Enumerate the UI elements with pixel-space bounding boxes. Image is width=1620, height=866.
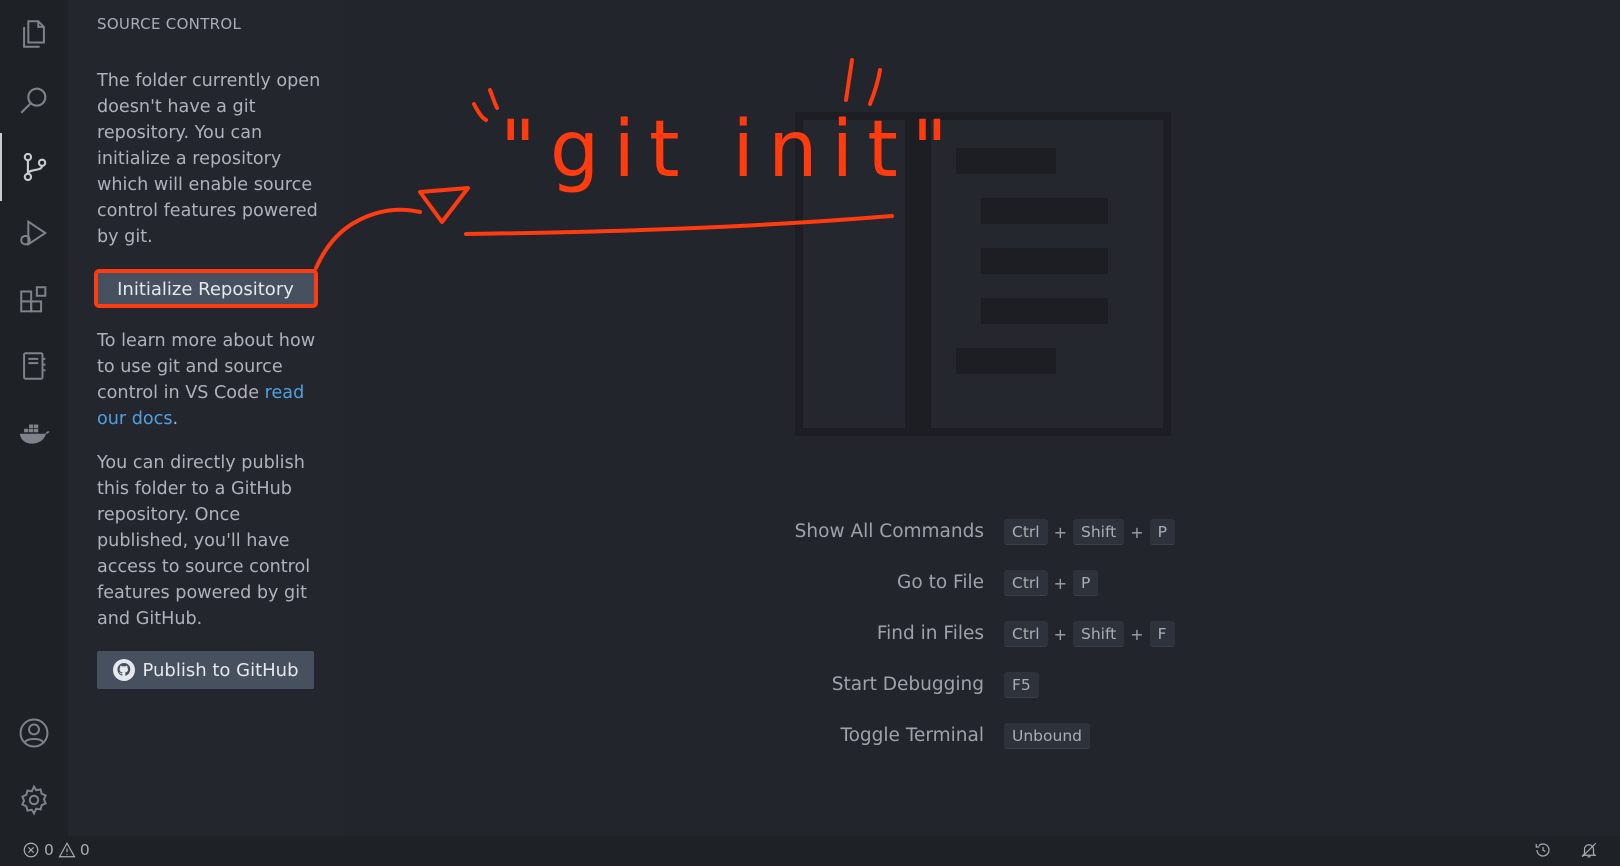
error-count: 0 [44, 841, 54, 859]
initialize-repository-button[interactable]: Initialize Repository [97, 270, 314, 308]
shortcut-row[interactable]: Go to File Ctrl + P [370, 569, 1170, 599]
no-repo-message: The folder currently open doesn't have a… [97, 71, 321, 247]
key: Unbound [1004, 723, 1090, 749]
publish-message: You can directly publish this folder to … [97, 453, 311, 629]
plus-sign: + [1053, 522, 1067, 542]
learn-more-message: To learn more about how to use git and s… [97, 328, 322, 432]
learn-more-period: . [172, 409, 179, 429]
github-icon [113, 659, 136, 681]
activity-bar [0, 0, 68, 836]
docker-icon[interactable] [0, 399, 68, 467]
keybinding: Ctrl + Shift + F [1004, 620, 1175, 648]
plus-sign: + [1053, 573, 1067, 593]
source-control-icon[interactable] [0, 133, 68, 201]
problems-indicator[interactable]: 0 0 [22, 841, 90, 859]
vscode-watermark-icon [795, 112, 1171, 436]
publish-to-github-button[interactable]: Publish to GitHub [97, 651, 314, 689]
plus-sign: + [1053, 624, 1067, 644]
shortcut-label: Go to File [897, 572, 984, 593]
plus-sign: + [1130, 624, 1144, 644]
shortcut-row[interactable]: Toggle Terminal Unbound [370, 722, 1170, 752]
key: Shift [1073, 519, 1125, 545]
key: F [1149, 621, 1175, 647]
gear-icon[interactable] [0, 766, 68, 834]
key: Ctrl [1004, 519, 1048, 545]
plus-sign: + [1130, 522, 1144, 542]
search-icon[interactable] [0, 66, 68, 134]
publish-label: Publish to GitHub [142, 659, 299, 681]
warning-icon [58, 842, 76, 858]
source-control-panel: SOURCE CONTROL The folder currently open… [68, 0, 343, 836]
shortcut-row[interactable]: Find in Files Ctrl + Shift + F [370, 620, 1175, 650]
notifications-bell-icon[interactable] [1580, 841, 1598, 859]
shortcut-label: Start Debugging [831, 674, 984, 695]
key: P [1073, 570, 1099, 596]
shortcut-label: Find in Files [876, 623, 984, 644]
key: Ctrl [1004, 621, 1048, 647]
key: P [1149, 519, 1175, 545]
key: F5 [1004, 672, 1039, 698]
files-icon[interactable] [0, 0, 68, 68]
timeline-icon[interactable] [1534, 841, 1552, 859]
shortcut-row[interactable]: Start Debugging F5 [370, 671, 1170, 701]
warning-count: 0 [79, 841, 90, 859]
keybinding: Ctrl + P [1004, 569, 1099, 597]
editor-area [343, 0, 1620, 836]
error-icon [23, 842, 39, 858]
key: Ctrl [1004, 570, 1048, 596]
keybinding: F5 [1004, 671, 1039, 699]
key: Shift [1073, 621, 1125, 647]
status-bar: 0 0 [0, 836, 1620, 866]
panel-title: SOURCE CONTROL [97, 15, 242, 33]
shortcut-row[interactable]: Show All Commands Ctrl + Shift + P [370, 518, 1175, 548]
keybinding: Unbound [1004, 722, 1090, 750]
shortcut-label: Show All Commands [794, 521, 984, 542]
notebook-icon[interactable] [0, 332, 68, 400]
account-icon[interactable] [0, 699, 68, 767]
shortcut-label: Toggle Terminal [840, 725, 984, 746]
run-debug-icon[interactable] [0, 199, 68, 267]
extensions-icon[interactable] [0, 266, 68, 334]
keybinding: Ctrl + Shift + P [1004, 518, 1175, 546]
